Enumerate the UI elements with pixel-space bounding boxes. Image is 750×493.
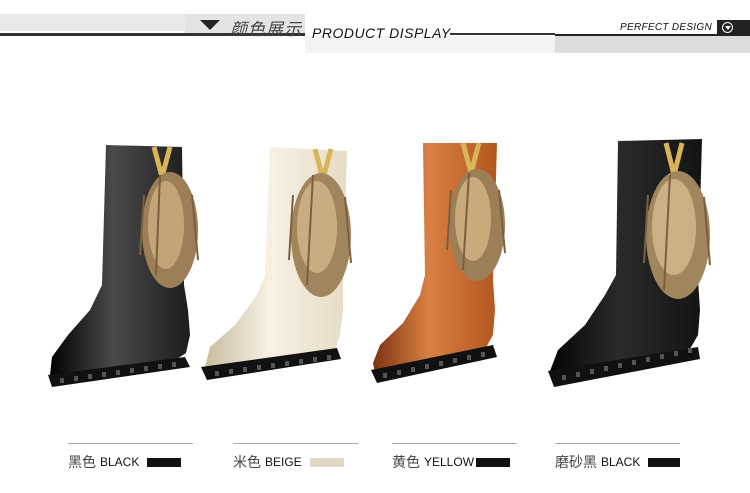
perfect-design-label: PERFECT DESIGN xyxy=(620,22,712,33)
color-label-beige: 米色 BEIGE xyxy=(233,443,358,472)
color-name-chinese: 黄色 xyxy=(392,455,420,471)
color-name-english: BLACK xyxy=(601,455,641,469)
color-swatch xyxy=(147,457,182,467)
color-name-english: YELLOW xyxy=(424,455,475,469)
color-swatch xyxy=(309,457,344,467)
color-swatch xyxy=(476,457,511,467)
boot-image-matte-black xyxy=(540,135,715,400)
triangle-down-icon xyxy=(200,20,220,30)
color-label-matte-black: 磨砂黑 BLACK xyxy=(555,443,680,472)
section-title-chinese: 颜色展示 xyxy=(230,20,302,40)
section-title-english: PRODUCT DISPLAY xyxy=(312,25,451,41)
color-name-english: BLACK xyxy=(100,455,140,469)
color-label-black: 黑色 BLACK xyxy=(68,443,193,472)
chevron-down-circle-icon xyxy=(722,22,733,33)
label-divider xyxy=(392,443,517,444)
color-swatch xyxy=(648,457,680,467)
color-name-chinese: 黑色 xyxy=(68,455,96,471)
header-bar: 颜色展示 PRODUCT DISPLAY PERFECT DESIGN xyxy=(0,0,750,60)
label-divider xyxy=(555,443,680,444)
color-name-english: BEIGE xyxy=(265,455,302,469)
boot-image-yellow xyxy=(365,135,525,400)
header-gray-band xyxy=(0,14,185,31)
label-divider xyxy=(68,443,193,444)
color-name-chinese: 米色 xyxy=(233,455,261,471)
color-label-yellow: 黄色 YELLOW xyxy=(392,443,517,472)
boot-image-beige xyxy=(195,135,365,400)
color-name-chinese: 磨砂黑 xyxy=(555,455,597,471)
label-divider xyxy=(233,443,358,444)
header-rule-right xyxy=(450,33,555,35)
header-right-band xyxy=(555,36,750,53)
boot-image-black xyxy=(40,135,210,400)
